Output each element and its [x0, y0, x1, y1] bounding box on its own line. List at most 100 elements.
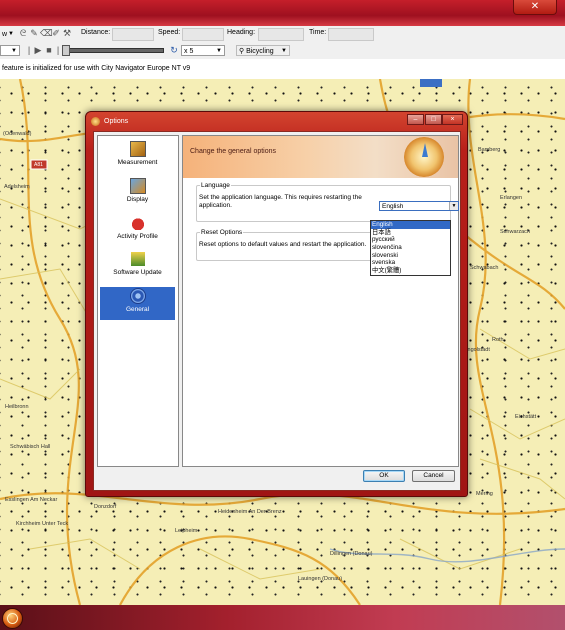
- map-label: Donzdorf: [94, 504, 117, 510]
- minimize-button[interactable]: –: [407, 114, 424, 125]
- compass-icon: [404, 137, 444, 177]
- map-label: Heidenheim An Der Brenz: [218, 509, 282, 515]
- nav-item-label: Software Update: [113, 269, 162, 276]
- app-icon: [91, 117, 100, 126]
- slider-thumb[interactable]: [62, 45, 70, 56]
- page-banner: Change the general options: [183, 136, 458, 178]
- language-select[interactable]: English ▼: [379, 201, 459, 211]
- update-icon: [129, 251, 146, 267]
- map-label: Schwäbisch Hall: [10, 444, 51, 450]
- heading-label: Heading:: [227, 29, 256, 36]
- language-dropdown-list: English 日本語 русский slovenčina slovenski…: [370, 220, 451, 276]
- map-label: Adelsheim: [4, 184, 30, 190]
- play-icon[interactable]: ▶: [33, 45, 43, 56]
- language-option[interactable]: 中文(繁體): [371, 267, 450, 275]
- profile-select-value: Bicycling: [246, 48, 274, 55]
- page-title: Change the general options: [190, 148, 277, 155]
- language-option[interactable]: русский: [371, 236, 450, 244]
- playback-slider[interactable]: [62, 45, 164, 56]
- app-title-bar: ✕: [0, 0, 565, 26]
- view-dropdown-label: w: [2, 31, 8, 38]
- language-description: Set the application language. This requi…: [199, 194, 362, 209]
- reset-description: Reset options to default values and rest…: [199, 241, 367, 248]
- nav-item-label: Activity Profile: [117, 233, 158, 240]
- start-button[interactable]: [2, 608, 23, 629]
- language-select-value: English: [382, 203, 404, 210]
- speed-value: [182, 28, 224, 41]
- eraser-icon[interactable]: ⌫: [40, 28, 53, 39]
- dialog-close-button[interactable]: ×: [442, 114, 463, 125]
- window-close-button[interactable]: ✕: [513, 0, 557, 15]
- maximize-button[interactable]: □: [425, 114, 442, 125]
- language-option[interactable]: svenska: [371, 259, 450, 267]
- options-nav: Measurement Display Activity Profile Sof…: [97, 135, 179, 467]
- nav-item-label: Display: [126, 196, 149, 203]
- reset-group-label: Reset Options: [201, 229, 243, 236]
- language-group: Language Set the application language. T…: [196, 182, 459, 222]
- map-label: Erlangen: [500, 195, 523, 201]
- nav-item-label: General: [125, 306, 150, 313]
- chevron-down-icon: ▼: [11, 48, 17, 54]
- language-option[interactable]: slovenčina: [371, 244, 450, 252]
- toolbar-row-1: w ▼ ᘓ ✎ ⌫ ✐ ⚒ Distance: Speed: Heading: T…: [0, 26, 565, 44]
- playback-dropdown[interactable]: ▼: [0, 45, 20, 56]
- measure-icon[interactable]: ⚒: [62, 28, 72, 39]
- distance-label: Distance:: [81, 29, 111, 36]
- pencil-icon[interactable]: ✎: [29, 28, 39, 39]
- nav-item-display[interactable]: Display: [100, 177, 175, 210]
- toolbar-row-2: ▼ | ▶ ■ | ↻ x 5 ▼ ⚲ Bicycling ▼: [0, 43, 565, 60]
- time-value: [328, 28, 374, 41]
- map-label: A81: [34, 162, 43, 168]
- map-label: Bamberg: [478, 147, 501, 153]
- map-label: Lauingen (Donau): [298, 576, 343, 582]
- gear-icon: [129, 288, 146, 304]
- car-icon: [129, 215, 146, 231]
- speed-multiplier-value: x 5: [184, 48, 194, 55]
- chevron-down-icon: ▼: [216, 48, 222, 54]
- ok-button[interactable]: OK: [363, 470, 405, 482]
- dialog-client-area: Measurement Display Activity Profile Sof…: [93, 131, 461, 491]
- options-content: Change the general options Language Set …: [182, 135, 459, 467]
- blue-road-sign: [420, 79, 442, 87]
- options-dialog: Options – □ × Measurement Display Activi…: [85, 111, 468, 497]
- nav-item-label: Measurement: [117, 159, 158, 166]
- ruler-icon: [129, 141, 146, 157]
- view-dropdown[interactable]: w ▼: [0, 29, 16, 40]
- map-label: Heilbronn: [5, 404, 29, 410]
- map-label: Dillingen (Donau): [330, 551, 373, 557]
- speed-label: Speed:: [158, 29, 181, 36]
- map-label: Mering: [476, 491, 493, 497]
- cancel-button[interactable]: Cancel: [412, 470, 455, 482]
- speed-multiplier-select[interactable]: x 5 ▼: [181, 45, 225, 56]
- status-bar: feature is initialized for use with City…: [0, 59, 565, 80]
- chevron-down-icon: ▼: [8, 31, 14, 37]
- map-label: Schwabach: [470, 265, 499, 271]
- monitor-icon: [129, 178, 146, 194]
- map-label: Ingolstadt: [466, 347, 490, 353]
- map-label: Leipheim: [175, 528, 198, 534]
- loop-icon[interactable]: ↻: [169, 45, 179, 56]
- chevron-down-icon: ▼: [281, 48, 287, 54]
- map-label: Kirchheim Unter Teck: [16, 521, 69, 527]
- lasso-icon[interactable]: ᘓ: [18, 28, 28, 39]
- map-label: Esslingen Am Neckar: [5, 497, 58, 503]
- route-icon[interactable]: ✐: [51, 28, 61, 39]
- map-label: (Odenwald): [3, 131, 32, 137]
- heading-value: [258, 28, 304, 41]
- profile-select[interactable]: ⚲ Bicycling ▼: [236, 45, 290, 56]
- taskbar: [0, 605, 565, 630]
- map-label: Eichstätt: [515, 414, 537, 420]
- language-option[interactable]: slovenski: [371, 252, 450, 260]
- start-icon: [7, 613, 18, 624]
- nav-item-general[interactable]: General: [100, 287, 175, 320]
- dialog-title: Options: [104, 118, 129, 125]
- nav-item-activity-profile[interactable]: Activity Profile: [100, 214, 175, 247]
- language-option[interactable]: English: [371, 221, 450, 229]
- language-group-label: Language: [201, 182, 230, 189]
- map-label: Roth: [492, 337, 504, 343]
- chevron-down-icon: ▼: [449, 202, 458, 210]
- distance-value: [112, 28, 154, 41]
- nav-item-software-update[interactable]: Software Update: [100, 250, 175, 283]
- time-label: Time:: [309, 29, 327, 36]
- nav-item-measurement[interactable]: Measurement: [100, 140, 175, 173]
